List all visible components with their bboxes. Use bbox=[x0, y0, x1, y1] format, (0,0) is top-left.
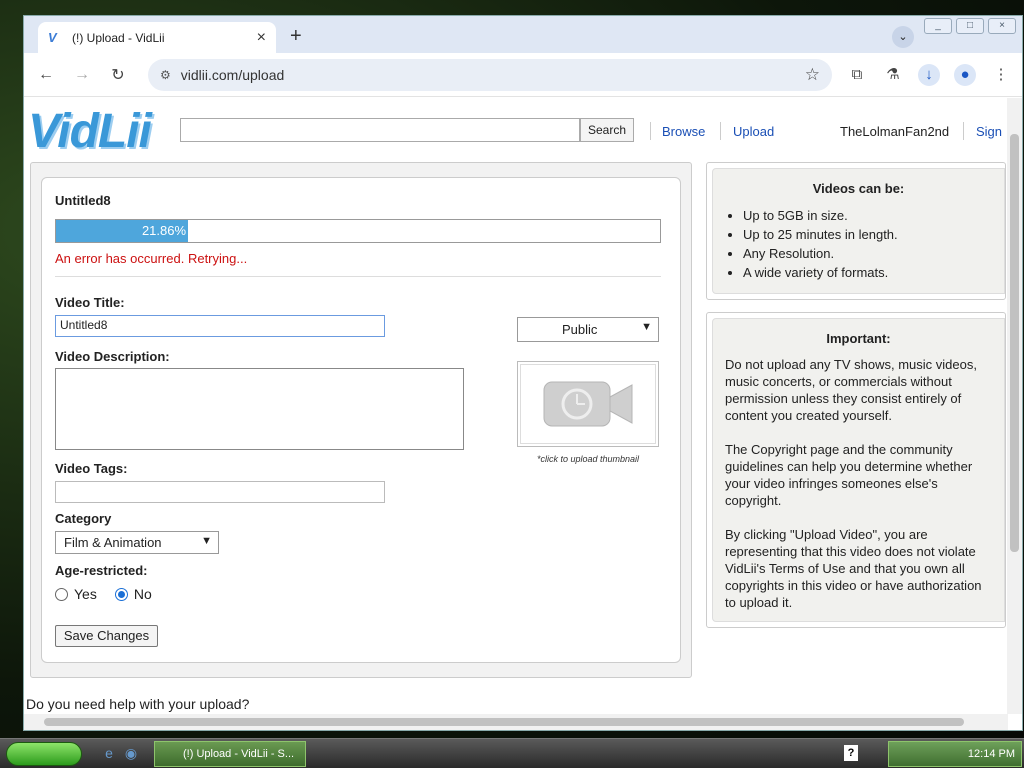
age-yes-label: Yes bbox=[74, 586, 97, 602]
nav-divider bbox=[720, 122, 721, 140]
vertical-scrollbar[interactable] bbox=[1007, 98, 1022, 714]
labs-flask-icon[interactable]: ⚗ bbox=[882, 64, 904, 86]
tab-upload[interactable]: V (!) Upload - VidLii × bbox=[38, 22, 276, 53]
videos-info-list: Up to 5GB in size. Up to 25 minutes in l… bbox=[743, 206, 1004, 282]
important-paragraph: Do not upload any TV shows, music videos… bbox=[725, 357, 977, 423]
category-label: Category bbox=[55, 511, 112, 526]
list-item: A wide variety of formats. bbox=[743, 263, 1004, 282]
age-no-label: No bbox=[133, 586, 152, 602]
nav-divider bbox=[963, 122, 964, 140]
category-select-value: Film & Animation bbox=[64, 535, 162, 550]
thumbnail-caption: *click to upload thumbnail bbox=[536, 454, 640, 464]
privacy-select-value: Public bbox=[562, 322, 598, 337]
video-title-input[interactable]: Untitled8 bbox=[55, 315, 385, 337]
important-paragraph: The Copyright page and the community gui… bbox=[725, 442, 973, 508]
tab-search-icon[interactable]: ⌄ bbox=[892, 26, 914, 48]
save-changes-button[interactable]: Save Changes bbox=[55, 625, 158, 647]
video-tags-label: Video Tags: bbox=[55, 461, 128, 476]
browser-toolbar: ← → ↻ ⚙ vidlii.com/upload ☆ ⧉ ⚗ ↓ ● ⋮ bbox=[24, 53, 1022, 97]
video-title-label: Video Title: bbox=[55, 295, 125, 310]
thumbnail-placeholder bbox=[520, 364, 656, 444]
horizontal-scrollbar[interactable] bbox=[24, 714, 1008, 730]
page-content: VidLii Search Browse Upload TheLolmanFan… bbox=[24, 98, 1008, 714]
toolbar-icons: ⧉ ⚗ ↓ ● ⋮ bbox=[846, 64, 1012, 86]
important-info-box: Important: Do not upload any TV shows, m… bbox=[712, 318, 1005, 622]
video-camera-icon bbox=[543, 381, 633, 427]
important-paragraph: By clicking "Upload Video", you are repr… bbox=[725, 527, 982, 610]
chevron-down-icon: ▼ bbox=[641, 321, 652, 333]
upload-error-message: An error has occurred. Retrying... bbox=[55, 251, 248, 266]
vidlii-logo[interactable]: VidLii bbox=[28, 104, 152, 159]
nav-upload-link[interactable]: Upload bbox=[733, 124, 774, 139]
upload-panel: Untitled8 21.86% An error has occurred. … bbox=[30, 162, 692, 678]
new-tab-button[interactable]: + bbox=[290, 25, 302, 48]
upload-help-text: Do you need help with your upload? bbox=[26, 696, 250, 712]
bookmark-star-icon[interactable]: ☆ bbox=[805, 65, 820, 85]
list-item: Any Resolution. bbox=[743, 244, 1004, 263]
help-icon[interactable]: ? bbox=[844, 745, 858, 761]
download-icon[interactable]: ↓ bbox=[918, 64, 940, 86]
close-window-button[interactable]: × bbox=[988, 18, 1016, 34]
thumbnail-upload-box[interactable] bbox=[517, 361, 659, 447]
profile-avatar-icon[interactable]: ● bbox=[954, 64, 976, 86]
site-info-icon[interactable]: ⚙ bbox=[160, 68, 171, 82]
nav-browse-link[interactable]: Browse bbox=[662, 124, 705, 139]
tab-bar: V (!) Upload - VidLii × + ⌄ _ □ × bbox=[24, 16, 1022, 53]
reload-icon[interactable]: ↻ bbox=[104, 65, 132, 85]
browser-quicklaunch-icon[interactable]: ◉ bbox=[122, 745, 140, 763]
address-bar[interactable]: ⚙ vidlii.com/upload ☆ bbox=[148, 59, 832, 91]
horizontal-scroll-thumb[interactable] bbox=[44, 718, 964, 726]
username-link[interactable]: TheLolmanFan2nd bbox=[840, 124, 949, 139]
windows-taskbar: e ◉ (!) Upload - VidLii - S... ? 12:14 P… bbox=[0, 738, 1024, 768]
search-button[interactable]: Search bbox=[580, 118, 634, 142]
list-item: Up to 25 minutes in length. bbox=[743, 225, 1004, 244]
start-button[interactable] bbox=[6, 742, 82, 766]
minimize-button[interactable]: _ bbox=[924, 18, 952, 34]
clock[interactable]: 12:14 PM bbox=[968, 748, 1015, 760]
videos-info-heading: Videos can be: bbox=[812, 181, 905, 196]
sign-out-link[interactable]: Sign bbox=[976, 124, 1002, 139]
close-tab-icon[interactable]: × bbox=[257, 29, 266, 47]
internet-explorer-icon[interactable]: e bbox=[100, 745, 118, 763]
vertical-scroll-thumb[interactable] bbox=[1010, 134, 1019, 552]
vidlii-favicon-icon: V bbox=[48, 29, 57, 45]
important-heading: Important: bbox=[826, 331, 891, 346]
video-description-label: Video Description: bbox=[55, 349, 170, 364]
list-item: Up to 5GB in size. bbox=[743, 206, 1004, 225]
upload-progress-fill: 21.86% bbox=[56, 220, 189, 242]
divider bbox=[55, 276, 661, 277]
url-text[interactable]: vidlii.com/upload bbox=[181, 67, 805, 83]
privacy-select[interactable]: Public ▼ bbox=[517, 317, 659, 342]
maximize-button[interactable]: □ bbox=[956, 18, 984, 34]
extensions-icon[interactable]: ⧉ bbox=[846, 64, 868, 86]
videos-info-box: Videos can be: Up to 5GB in size. Up to … bbox=[712, 168, 1005, 294]
video-description-textarea[interactable] bbox=[55, 368, 464, 450]
category-select[interactable]: Film & Animation ▼ bbox=[55, 531, 219, 554]
tab-title: (!) Upload - VidLii bbox=[72, 30, 165, 45]
desktop-icons-column bbox=[0, 0, 24, 740]
system-tray: 12:14 PM bbox=[888, 741, 1022, 767]
window-controls: _ □ × bbox=[924, 18, 1016, 34]
taskbar-window-button[interactable]: (!) Upload - VidLii - S... bbox=[154, 741, 306, 767]
age-no-radio[interactable] bbox=[114, 587, 128, 601]
video-tags-input[interactable] bbox=[55, 481, 385, 503]
browser-window: V (!) Upload - VidLii × + ⌄ _ □ × ← → ↻ … bbox=[23, 15, 1023, 731]
age-restricted-label: Age-restricted: bbox=[55, 563, 148, 578]
nav-divider bbox=[650, 122, 651, 140]
important-info-panel: Important: Do not upload any TV shows, m… bbox=[706, 312, 1006, 628]
menu-kebab-icon[interactable]: ⋮ bbox=[990, 64, 1012, 86]
age-restricted-options: Yes No bbox=[55, 586, 152, 602]
upload-progress-bar: 21.86% bbox=[55, 219, 661, 243]
videos-info-panel: Videos can be: Up to 5GB in size. Up to … bbox=[706, 162, 1006, 300]
chevron-down-icon: ▼ bbox=[201, 535, 212, 547]
file-title: Untitled8 bbox=[55, 193, 111, 208]
forward-arrow-icon[interactable]: → bbox=[68, 66, 96, 84]
search-input[interactable] bbox=[180, 118, 580, 142]
back-arrow-icon[interactable]: ← bbox=[32, 66, 60, 84]
age-yes-radio[interactable] bbox=[55, 587, 68, 601]
